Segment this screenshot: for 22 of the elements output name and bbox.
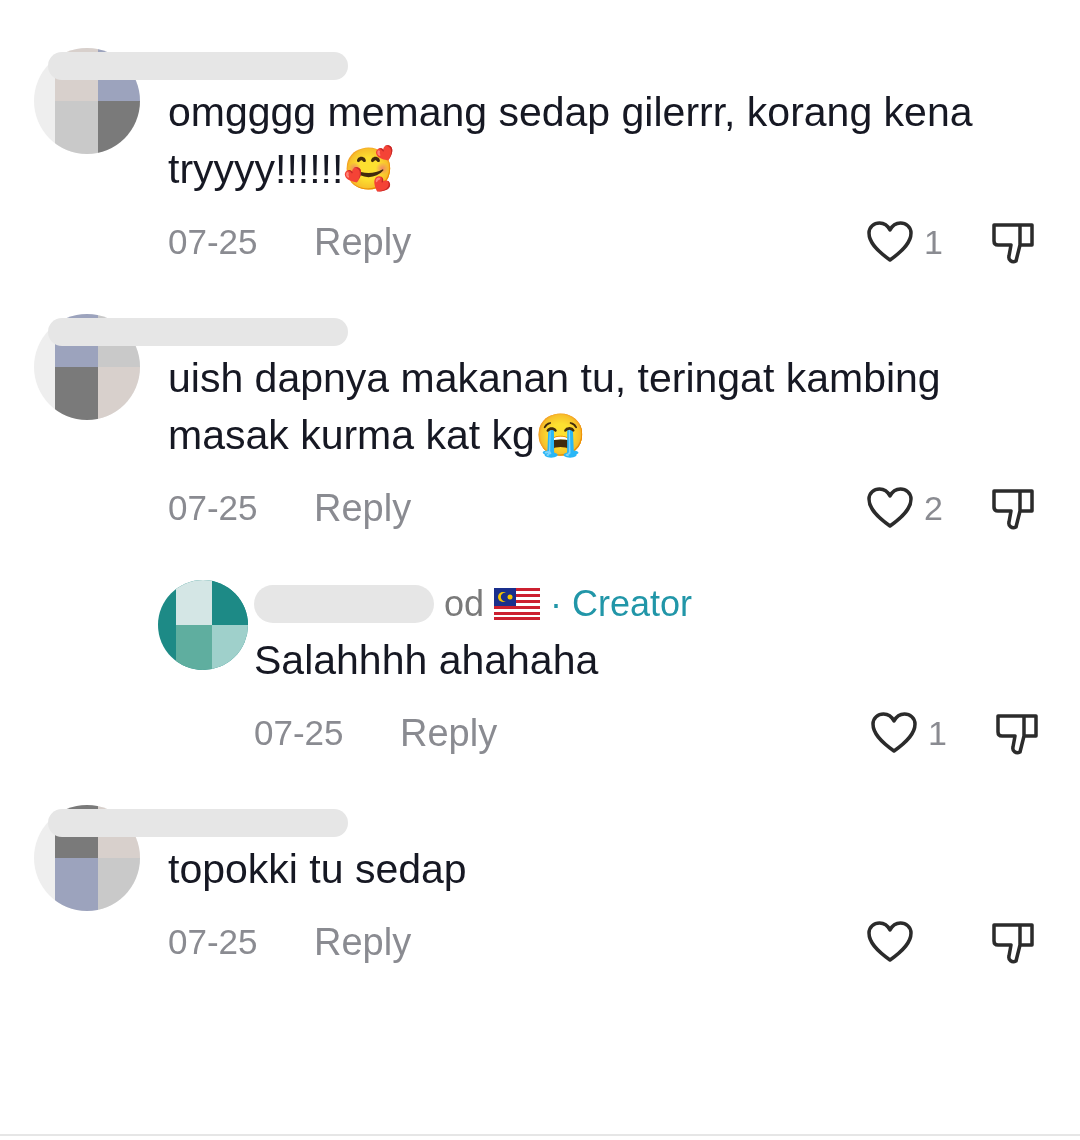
comment-date: 07-25	[254, 713, 345, 753]
comment-text: topokki tu sedap	[168, 845, 468, 894]
reply-button[interactable]: Reply	[314, 920, 412, 964]
like-count: 2	[923, 488, 944, 528]
like-count: 1	[927, 713, 948, 753]
like-count: 1	[923, 222, 944, 262]
reply-button[interactable]: Reply	[314, 486, 412, 530]
reply-button[interactable]: Reply	[400, 711, 498, 755]
heart-icon[interactable]	[870, 711, 918, 755]
username[interactable]: od	[444, 583, 485, 625]
comment-date: 07-25	[168, 922, 259, 962]
heart-icon[interactable]	[866, 920, 914, 964]
comment-text: Salahhhh ahahaha	[254, 636, 600, 685]
creator-label: · Creator	[550, 583, 693, 625]
comment-text: omgggg memang sedap gilerrr, korang kena tryyyy!!!!!!🥰	[168, 88, 974, 194]
reply-button[interactable]: Reply	[314, 220, 412, 264]
comment-date: 07-25	[168, 488, 259, 528]
comment-date: 07-25	[168, 222, 259, 262]
flag-icon	[494, 588, 541, 620]
heart-icon[interactable]	[866, 220, 914, 264]
comment-text: uish dapnya makanan tu, teringat kambing masak kurma kat kg😭	[168, 354, 942, 460]
heart-icon[interactable]	[866, 486, 914, 530]
